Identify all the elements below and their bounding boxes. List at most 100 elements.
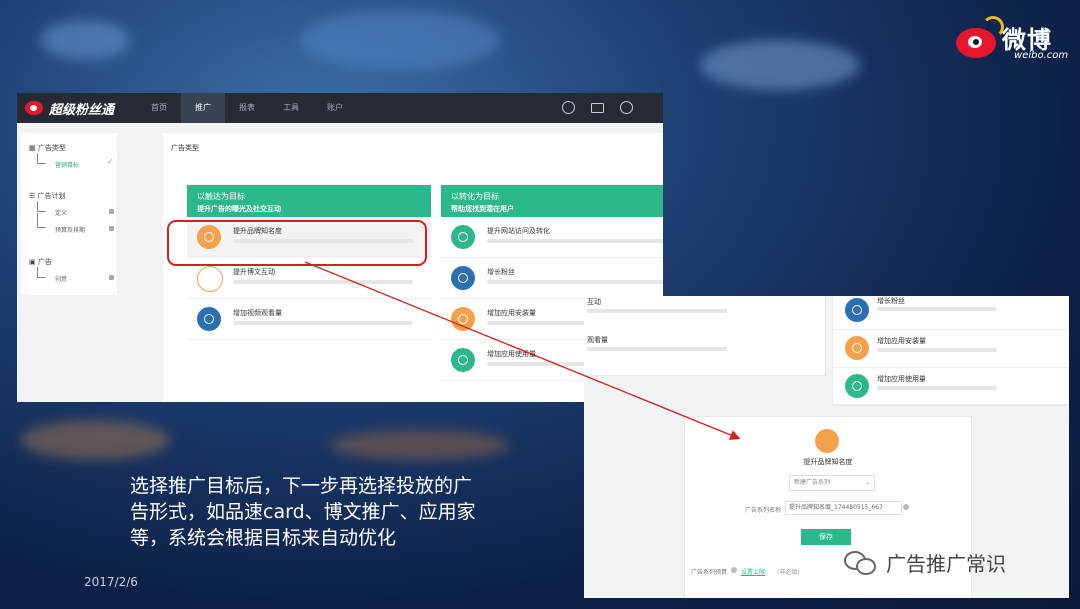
top-icons <box>562 101 633 114</box>
nav-account[interactable]: 账户 <box>313 93 357 123</box>
sidebar-section-ad-type[interactable]: ▦ 广告类型 <box>29 143 66 153</box>
sidebar-item-define[interactable]: 定义 <box>55 208 67 217</box>
save-button[interactable]: 保存 <box>801 529 851 545</box>
goal-label: 增加应用安装量 <box>877 337 926 345</box>
download-icon <box>845 336 869 360</box>
wechat-watermark: 广告推广常识 <box>844 544 1006 580</box>
download-icon <box>451 307 475 331</box>
slide-date: 2017/2/6 <box>84 575 138 589</box>
campaign-name-label: 广告系列名称 <box>745 507 782 514</box>
campaign-select-value: 新建广告系列 <box>794 479 831 486</box>
goal-label: 增长粉丝 <box>877 297 905 305</box>
partial-goal-card: 互动 观看量 <box>584 296 826 376</box>
goal-list-card: 增长粉丝 增加应用安装量 增加应用使用量 <box>832 296 1069 406</box>
panel-heading: 以触达为目标 <box>197 192 245 201</box>
sun-icon <box>197 266 223 292</box>
goal-label: 观看量 <box>587 336 608 344</box>
smile-icon <box>845 374 869 398</box>
info-icon <box>731 567 737 573</box>
weibo-logo: 微博 weibo.com <box>954 14 1069 64</box>
campaign-select[interactable]: 新建广告系列 ⌄ <box>789 475 875 491</box>
nav-tools[interactable]: 工具 <box>269 93 313 123</box>
top-navbar: 超级粉丝通 首页 推广 报表 工具 账户 <box>17 93 663 123</box>
budget-set-limit-link[interactable]: 设置上限 <box>741 567 765 576</box>
slide-caption: 选择推广目标后，下一步再选择投放的广告形式，如品速card、博文推广、应用家等，… <box>130 475 476 549</box>
panel-header: 以触达为目标 提升广告的曝光及社交互动 <box>187 185 431 217</box>
sidebar-section-plan[interactable]: ☰ 广告计划 <box>29 191 66 201</box>
selected-goal-title: 提升品牌知名度 <box>803 458 853 466</box>
goal-grow-followers[interactable]: 增长粉丝 <box>441 258 663 299</box>
info-icon <box>903 504 909 510</box>
watermark-text: 广告推广常识 <box>886 551 1006 576</box>
wechat-icon <box>844 549 878 575</box>
bokeh-light <box>20 420 170 460</box>
notification-icon[interactable] <box>562 101 575 114</box>
highlight-box <box>167 220 427 266</box>
panel-heading: 以转化为目标 <box>451 192 499 201</box>
user-icon <box>845 298 869 322</box>
goal-description <box>877 386 997 390</box>
main-nav: 首页 推广 报表 工具 账户 <box>137 93 357 123</box>
tree-line <box>37 267 46 278</box>
check-icon: ✓ <box>107 157 114 166</box>
video-camera-icon <box>197 307 221 331</box>
bokeh-light <box>40 20 130 60</box>
goal-app-usage[interactable]: 增加应用使用量 <box>833 368 1069 405</box>
app-brand[interactable]: 超级粉丝通 <box>25 99 115 118</box>
page-title: 广告类型 <box>171 144 199 152</box>
goal-description <box>487 280 663 284</box>
goal-app-installs[interactable]: 增加应用安装量 <box>833 330 1069 368</box>
sidebar-item-budget[interactable]: 预算及排期 <box>55 225 85 234</box>
weibo-domain-text: weibo.com <box>1014 50 1069 61</box>
smile-icon <box>451 348 475 372</box>
tree-line <box>37 153 46 164</box>
campaign-name-input[interactable]: 提升品牌知名度_174480515_667 <box>785 501 902 515</box>
goal-label: 提升网站访问及转化 <box>487 227 550 235</box>
app-brand-name: 超级粉丝通 <box>49 102 115 118</box>
nav-reports[interactable]: 报表 <box>225 93 269 123</box>
mail-icon[interactable] <box>591 103 604 113</box>
weibo-wave-icon <box>982 16 1004 38</box>
budget-label: 广告系列预算 <box>691 569 728 576</box>
goal-description <box>587 309 727 313</box>
medal-icon <box>815 429 839 453</box>
goal-label: 提升博文互动 <box>233 268 275 276</box>
tree-line <box>37 201 46 212</box>
sidebar-section-ad[interactable]: ▣ 广告 <box>29 257 52 267</box>
lock-icon <box>109 209 114 214</box>
conversion-goal-panel: 以转化为目标 帮助您找到潜在用户 提升网站访问及转化 增长粉丝 增加应用安装量 … <box>441 185 663 381</box>
help-icon[interactable] <box>620 101 633 114</box>
goal-description <box>877 348 997 352</box>
goal-label: 互动 <box>587 298 601 306</box>
goal-grow-followers[interactable]: 增长粉丝 <box>833 296 1069 330</box>
goal-description <box>877 307 997 311</box>
goal-label: 增加视频观看量 <box>233 309 282 317</box>
bokeh-light <box>300 10 500 70</box>
trend-icon <box>451 225 475 249</box>
lock-icon <box>109 275 114 280</box>
goal-label: 增加应用使用量 <box>487 350 536 358</box>
panel-subheading: 提升广告的曝光及社交互动 <box>197 205 281 213</box>
sidebar: ▦ 广告类型 营销目标 ✓ ☰ 广告计划 定义 预算及排期 ▣ 广告 创意 <box>21 133 117 295</box>
reach-goal-panel: 以触达为目标 提升广告的曝光及社交互动 提升品牌知名度 提升博文互动 增加视频观… <box>187 185 431 340</box>
weibo-logo-icon <box>25 101 43 115</box>
goal-label: 增加应用安装量 <box>487 309 536 317</box>
sidebar-item-objective[interactable]: 营销目标 <box>55 160 79 169</box>
goal-label: 增加应用使用量 <box>877 375 926 383</box>
chevron-down-icon: ⌄ <box>864 479 870 486</box>
budget-hint: (非必填) <box>777 569 800 576</box>
nav-home[interactable]: 首页 <box>137 93 181 123</box>
tree-line <box>37 213 46 228</box>
sidebar-item-creative[interactable]: 创意 <box>55 274 67 283</box>
goal-website-conversion[interactable]: 提升网站访问及转化 <box>441 217 663 258</box>
goal-description <box>487 239 663 243</box>
goal-description <box>233 321 413 325</box>
goal-video-views[interactable]: 增加视频观看量 <box>187 299 431 340</box>
goal-description <box>233 280 413 284</box>
bokeh-light <box>330 430 510 460</box>
lock-icon <box>109 226 114 231</box>
goal-description <box>587 347 727 351</box>
panel-header: 以转化为目标 帮助您找到潜在用户 <box>441 185 663 217</box>
user-icon <box>451 266 475 290</box>
nav-promote[interactable]: 推广 <box>181 93 225 123</box>
